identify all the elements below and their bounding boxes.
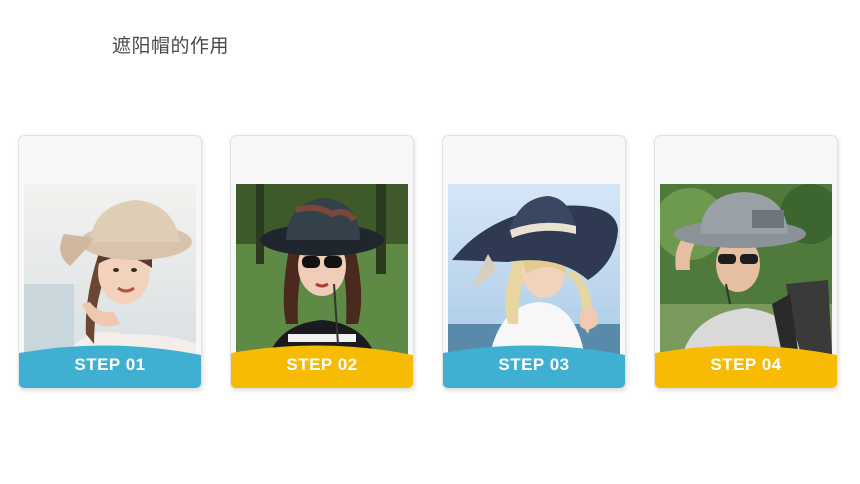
step-label-3: STEP 03	[498, 355, 570, 374]
woman-camo-bucket-hat-sunglasses-photo	[236, 184, 408, 364]
step-card-3[interactable]: STEP 03	[442, 135, 626, 389]
step-label-1: STEP 01	[74, 355, 146, 374]
woman-navy-wide-brim-hat-photo	[448, 184, 620, 364]
step-card-4[interactable]: STEP 04	[654, 135, 838, 389]
step-card-1[interactable]: STEP 01	[18, 135, 202, 389]
step-label-4: STEP 04	[710, 355, 782, 374]
step-card-2[interactable]: STEP 02	[230, 135, 414, 389]
woman-beige-bow-hat-photo	[24, 184, 196, 364]
man-grey-boonie-hat-backpack-photo	[660, 184, 832, 364]
page-title: 遮阳帽的作用	[112, 35, 230, 57]
step-label-2: STEP 02	[286, 355, 358, 374]
